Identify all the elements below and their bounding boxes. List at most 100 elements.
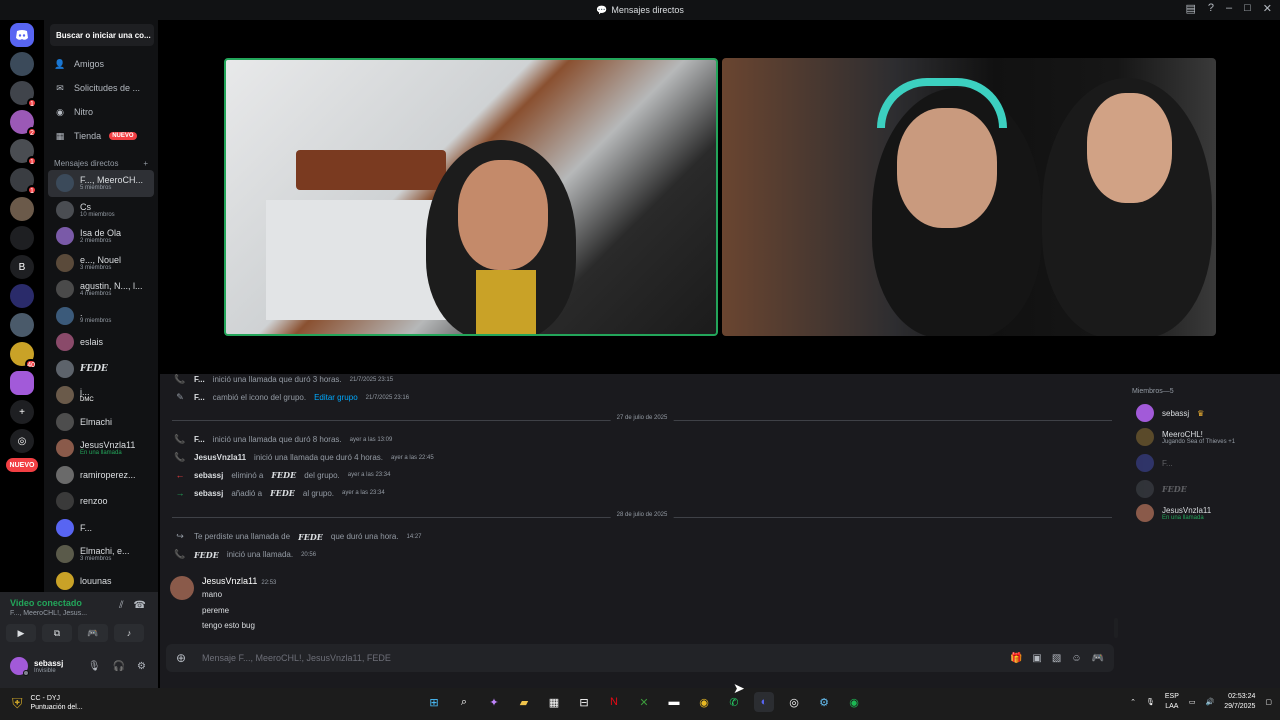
message-author[interactable]: F... <box>194 435 205 444</box>
dm-item[interactable]: Elmachi, e... 3 miembros <box>48 541 154 568</box>
screen-share-button[interactable]: ⧉ <box>42 624 72 642</box>
dm-item[interactable]: F..., MeeroCH... 5 miembros <box>48 170 154 197</box>
message-composer[interactable]: ⊕ Mensaje F..., MeeroCHL!, JesusVnzla11,… <box>166 644 1114 672</box>
soundboard-button[interactable]: ♪ <box>114 624 144 642</box>
monitor-icon[interactable]: ▭ <box>1189 698 1196 706</box>
search-input[interactable]: Buscar o iniciar una co... <box>50 24 154 46</box>
dm-item[interactable]: FEDE <box>48 356 154 383</box>
gear-icon[interactable]: ⚙ <box>137 661 146 672</box>
dm-item[interactable]: e..., Nouel 3 miembros <box>48 250 154 277</box>
mention-fede[interactable]: FEDE <box>194 550 219 560</box>
dm-item[interactable]: agustin, N..., l... 4 miembros <box>48 276 154 303</box>
inbox-icon[interactable]: ▤ <box>1185 2 1195 15</box>
minimize-button[interactable]: – <box>1226 2 1232 15</box>
voice-channel[interactable]: F..., MeeroCHL!, Jesus... <box>10 610 87 617</box>
member-item[interactable]: FEDE <box>1136 480 1187 498</box>
dm-item[interactable]: JesusVnzla11 En una llamada <box>48 435 154 462</box>
message-input[interactable]: Mensaje F..., MeeroCHL!, JesusVnzla11, F… <box>202 653 391 663</box>
app-icon[interactable]: ⊟ <box>574 692 594 712</box>
folder-icon[interactable]: ▰ <box>514 692 534 712</box>
spotify-icon[interactable]: ◉ <box>844 692 864 712</box>
maximize-button[interactable]: □ <box>1244 2 1251 15</box>
video-tile[interactable] <box>224 58 718 336</box>
server-icon[interactable] <box>10 284 34 308</box>
attach-button[interactable]: ⊕ <box>176 651 196 665</box>
member-item[interactable]: sebassj ♛ <box>1136 404 1204 422</box>
server-icon[interactable] <box>10 313 34 337</box>
add-server-button[interactable]: + <box>10 400 34 424</box>
mention-fede[interactable]: FEDE <box>270 488 295 498</box>
volume-icon[interactable]: 🔊 <box>1206 698 1215 706</box>
terminal-icon[interactable]: ▬ <box>664 692 684 712</box>
discord-taskbar-icon[interactable]: ◐ <box>754 692 774 712</box>
xbox-icon[interactable]: ✕ <box>634 692 654 712</box>
chrome-icon[interactable]: ◉ <box>694 692 714 712</box>
netflix-icon[interactable]: N <box>604 692 624 712</box>
notification-icon[interactable]: ▢ <box>1265 698 1272 706</box>
member-item[interactable]: MeeroCHL! Jugando Sea of Thieves +1 <box>1136 428 1235 446</box>
gif-icon[interactable]: ▣ <box>1032 653 1041 664</box>
sticker-icon[interactable]: ▧ <box>1052 653 1061 664</box>
store-icon[interactable]: ▦ <box>544 692 564 712</box>
dm-item[interactable]: Cs 10 miembros <box>48 197 154 224</box>
server-icon[interactable] <box>10 197 34 221</box>
start-icon[interactable]: ⊞ <box>424 692 444 712</box>
discord-home-button[interactable] <box>10 23 34 47</box>
add-dm-button[interactable]: + <box>143 159 148 168</box>
activity-button[interactable]: 🎮 <box>78 624 108 642</box>
steam-icon[interactable]: ⚙ <box>814 692 834 712</box>
server-icon[interactable]: 40 <box>10 342 37 369</box>
nav-friends[interactable]: 👤 Amigos <box>44 52 158 76</box>
member-item[interactable]: JesusVnzla11 En una llamada <box>1136 504 1211 522</box>
dm-item[interactable]: renzoo <box>48 488 154 515</box>
server-icon[interactable] <box>10 226 34 250</box>
message-author[interactable]: F... <box>194 375 205 384</box>
server-icon[interactable] <box>10 371 34 395</box>
avatar[interactable] <box>170 576 194 600</box>
scrollbar[interactable] <box>1114 618 1118 638</box>
mention-fede[interactable]: FEDE <box>298 532 323 542</box>
mic-icon[interactable]: 🎙 <box>88 661 101 672</box>
message-author[interactable]: JesusVnzla11 <box>202 576 257 586</box>
video-tile[interactable] <box>722 58 1216 336</box>
camera-button[interactable]: ▶ <box>6 624 36 642</box>
server-icon[interactable]: 1 <box>10 81 37 108</box>
language-indicator[interactable]: ESP LAA <box>1165 692 1179 712</box>
copilot-icon[interactable]: ✦ <box>484 692 504 712</box>
chevron-up-icon[interactable]: ⌃ <box>1130 698 1136 706</box>
member-item[interactable]: F... <box>1136 454 1173 472</box>
avatar[interactable] <box>10 657 29 676</box>
server-icon[interactable]: 1 <box>10 168 37 195</box>
mic-icon[interactable]: 🎙 <box>1146 698 1155 706</box>
dm-item[interactable]: louunas <box>48 568 154 593</box>
server-icon[interactable]: 1 <box>10 139 37 166</box>
server-icon[interactable]: 2 <box>10 110 37 137</box>
apps-icon[interactable]: 🎮 <box>1092 653 1104 664</box>
dm-item[interactable]: Isa de Ola 2 miembros <box>48 223 154 250</box>
noise-suppression-icon[interactable]: ⫽ <box>119 600 123 611</box>
nav-shop[interactable]: ▦ Tienda NUEVO <box>44 124 158 148</box>
nav-nitro[interactable]: ◉ Nitro <box>44 100 158 124</box>
dm-item[interactable]: Elmachi <box>48 409 154 436</box>
edit-group-link[interactable]: Editar grupo <box>314 393 358 402</box>
emoji-icon[interactable]: ☺ <box>1071 653 1081 664</box>
message-author[interactable]: sebassj <box>194 489 223 498</box>
mention-fede[interactable]: FEDE <box>271 470 296 480</box>
server-icon[interactable]: B <box>10 255 34 279</box>
headphones-icon[interactable]: 🎧 <box>113 661 125 672</box>
weather-widget[interactable]: ⛨ CC - DYJ Puntuación del... <box>12 694 83 712</box>
dm-item[interactable]: eslais <box>48 329 154 356</box>
close-button[interactable]: ✕ <box>1263 2 1272 15</box>
search-icon[interactable]: ⌕ <box>454 692 474 712</box>
explore-servers-button[interactable]: ◎ <box>10 429 34 453</box>
gift-icon[interactable]: 🎁 <box>1010 653 1022 664</box>
message-author[interactable]: JesusVnzla11 <box>194 453 246 462</box>
nav-requests[interactable]: ✉ Solicitudes de ... <box>44 76 158 100</box>
disconnect-icon[interactable]: ☎ <box>134 600 146 611</box>
dm-item[interactable]: ramiroperez... <box>48 462 154 489</box>
message-author[interactable]: sebassj <box>194 471 223 480</box>
clock[interactable]: 02:53:24 29/7/2025 <box>1224 692 1255 712</box>
help-icon[interactable]: ? <box>1208 2 1214 15</box>
dm-item[interactable]: j... DMC <box>48 382 154 409</box>
app-icon[interactable]: ◎ <box>784 692 804 712</box>
